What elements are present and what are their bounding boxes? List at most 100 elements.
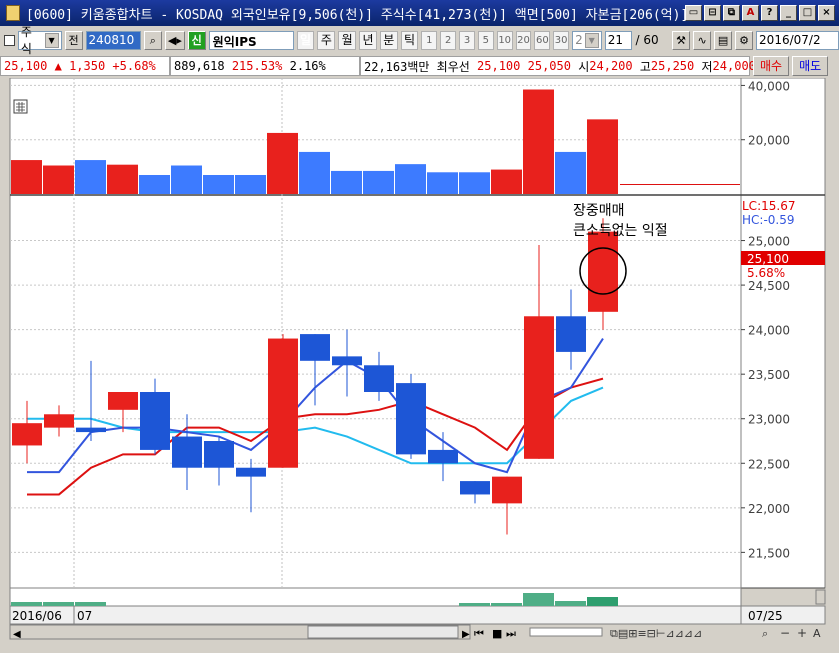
candle-body (396, 383, 426, 455)
interval-2[interactable]: 2 (440, 30, 457, 50)
interval-20[interactable]: 20 (515, 30, 532, 50)
zoom-slider[interactable] (529, 627, 603, 637)
tools-icon[interactable]: ⚒ (672, 30, 691, 50)
indicator-icon[interactable]: ∿ (693, 30, 712, 50)
quote-bar: 25,100 ▲ 1,350 +5.68% 889,618 215.53% 2.… (0, 55, 839, 77)
buy-button[interactable]: 매수 (753, 56, 790, 76)
candle-body (300, 334, 330, 361)
app-icon (6, 5, 20, 21)
stop-icon[interactable]: ■ (492, 627, 502, 640)
right-scrollbar[interactable] (827, 78, 839, 624)
sin-button[interactable]: 신 (187, 30, 206, 50)
alert-icon[interactable]: A (742, 5, 759, 21)
volume-tick-label: 40,000 (748, 79, 790, 93)
tab-year[interactable]: 년 (359, 30, 377, 50)
interval-1[interactable]: 1 (421, 30, 438, 50)
sell-button[interactable]: 매도 (792, 56, 829, 76)
prev-button[interactable]: 전 (64, 30, 83, 50)
grid-toggle-icon[interactable] (13, 99, 28, 114)
mini-bar (523, 593, 554, 606)
candle-body (44, 414, 74, 428)
volume-bar (299, 151, 330, 194)
candle-body (524, 316, 554, 459)
candlestick-chart[interactable]: 21,500 22,000 22,500 23,000 23,500 24,000 24,5… (0, 78, 839, 653)
layout-icon[interactable]: ▭ (685, 5, 702, 21)
candle-body (428, 449, 458, 464)
mini-pane-scroll-icon[interactable] (815, 589, 826, 605)
interval-3[interactable]: 3 (459, 30, 475, 50)
scrollbar-thumb[interactable] (307, 625, 459, 639)
candle-body (236, 467, 266, 477)
tab-minute[interactable]: 분 (379, 30, 398, 50)
volume-bar (331, 170, 362, 194)
window-title: [0600] 키움종합차트 - KOSDAQ 외국인보유[9,506(천)] 주… (26, 7, 685, 23)
candle-body (172, 436, 202, 468)
interval-30[interactable]: 30 (553, 30, 570, 50)
scroll-right-icon[interactable]: ▶ (462, 629, 470, 640)
candle-body (556, 316, 586, 352)
minimize-icon[interactable]: _ (780, 5, 797, 21)
volume-bar (459, 172, 490, 194)
maximize-icon[interactable]: □ (799, 5, 816, 21)
annotation-line1: 장중매매 (573, 203, 625, 219)
price-tick-label: 24,500 (748, 279, 790, 293)
interval-10[interactable]: 10 (496, 30, 513, 50)
print-icon[interactable]: ▤ (714, 30, 733, 50)
x-label-mid: 07 (77, 609, 92, 623)
volume-bar (11, 160, 42, 194)
interval-5[interactable]: 5 (477, 30, 494, 50)
price-tick-label: 22,000 (748, 502, 790, 516)
volume-bar (523, 89, 554, 194)
copy-icon[interactable]: ⧉ (723, 5, 740, 21)
bottom-scrollbar[interactable]: ◀ ▶ ⏮ ■ ⏭ ⧉▤⊞≡⊟⊢⊿⊿⊿⊿ ⌕ − + A (9, 624, 821, 640)
candle-body (12, 423, 42, 446)
close-icon[interactable]: × (818, 5, 835, 21)
volume-tick-label: 20,000 (748, 134, 790, 148)
count-input[interactable]: 21 (604, 30, 633, 50)
stock-code-input[interactable]: 240810 (85, 30, 141, 50)
forward-icon[interactable]: ⏭ (506, 627, 516, 640)
draw-tools-icon[interactable]: ⧉▤⊞≡⊟⊢⊿⊿⊿⊿ (610, 627, 702, 640)
quote-volume-cell: 889,618 215.53% 2.16% (170, 56, 360, 76)
volume-bar (43, 165, 74, 194)
tab-month[interactable]: 월 (338, 30, 357, 50)
quote-amount-cell: 22,163백만 최우선 25,100 25,050 시 24,200 고 25,2… (360, 56, 756, 76)
price-tick-label: 23,000 (748, 413, 790, 427)
mini-bar (491, 603, 522, 606)
tile-icon[interactable]: ⊟ (704, 5, 721, 21)
volume-bar (107, 164, 138, 194)
x-label-start: 2016/06 (12, 609, 62, 623)
volume-bar (171, 165, 202, 194)
chart-area[interactable]: 21,500 22,000 22,500 23,000 23,500 24,000 24,5… (0, 78, 839, 653)
help-icon[interactable]: ? (761, 5, 778, 21)
tab-week[interactable]: 주 (317, 30, 336, 50)
sound-icon[interactable]: ◀▸ (164, 30, 185, 50)
search-zoom-icon[interactable]: ⌕ (762, 627, 768, 640)
x-label-end: 07/25 (748, 609, 783, 623)
tab-day[interactable]: 일 (296, 30, 315, 50)
tab-tick[interactable]: 틱 (400, 30, 419, 50)
mini-bar (75, 602, 106, 606)
zoom-in-icon[interactable]: + (797, 626, 807, 640)
market-select[interactable]: 주식 ▼ (17, 25, 62, 56)
last-price-label: 25,100 (747, 252, 789, 266)
rewind-icon[interactable]: ⏮ (474, 627, 484, 640)
scroll-left-icon[interactable]: ◀ (13, 629, 21, 640)
settings-icon[interactable]: ⚙ (735, 30, 754, 50)
date-input[interactable]: 2016/07/2 (756, 30, 839, 50)
price-tick-label: 21,500 (748, 546, 790, 560)
zoom-out-icon[interactable]: − (780, 626, 790, 640)
link-checkbox[interactable] (4, 34, 15, 46)
search-icon[interactable]: ⌕ (143, 30, 162, 50)
candle-body (588, 231, 618, 312)
interval-select[interactable]: 2 ▼ (572, 30, 602, 50)
title-bar: [0600] 키움종합차트 - KOSDAQ 외국인보유[9,506(천)] 주… (0, 0, 839, 26)
measure-icon[interactable]: A (813, 627, 821, 640)
candle-body (204, 441, 234, 468)
volume-bar (75, 160, 106, 194)
volume-bar (427, 172, 458, 194)
mini-bar (11, 602, 42, 606)
mini-bar (587, 597, 618, 606)
chevron-down-icon: ▼ (584, 32, 599, 48)
interval-60[interactable]: 60 (534, 30, 551, 50)
